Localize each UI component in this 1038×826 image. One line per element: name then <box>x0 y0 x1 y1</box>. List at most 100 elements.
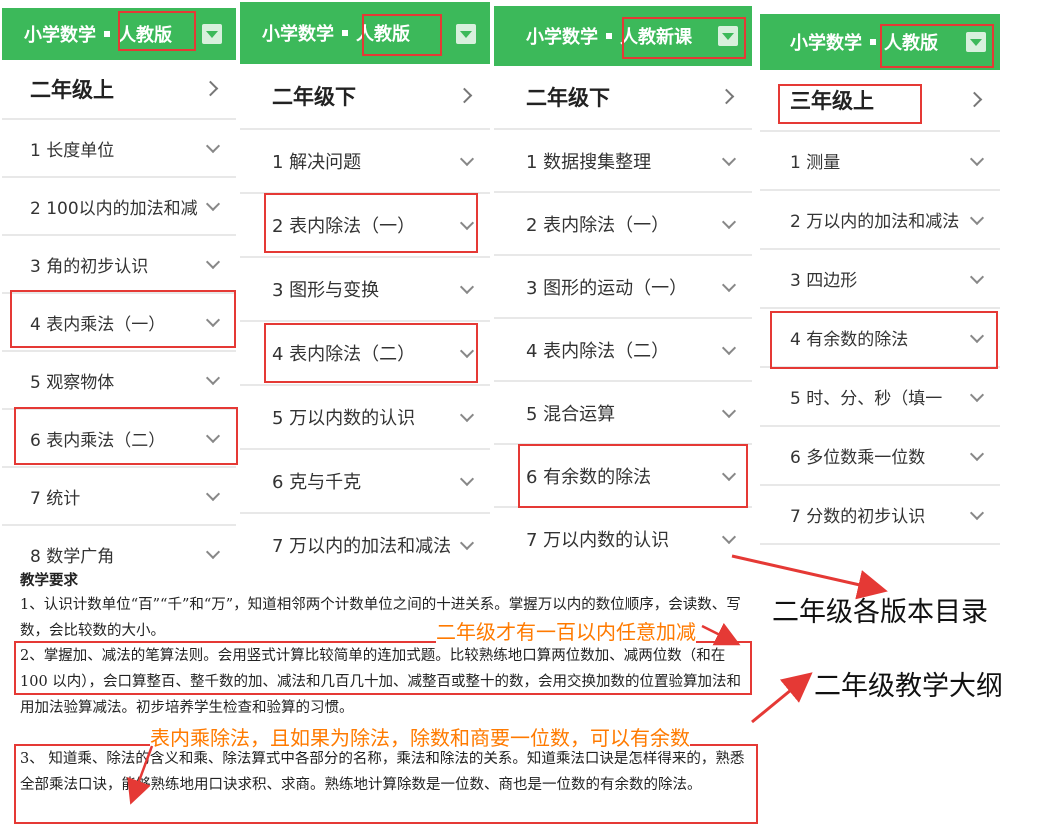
chapter-label: 3 图形的运动（一） <box>526 277 688 299</box>
catalog-panel-3: 小学数学 人教新课 二年级下 1 数据搜集整理 2 表内除法（一） 3 图形的运… <box>494 6 752 566</box>
separator-dot <box>606 33 612 39</box>
grade-selector[interactable]: 二年级上 <box>2 60 236 120</box>
grade-selector[interactable]: 二年级下 <box>240 64 490 130</box>
chapter-item[interactable]: 7 万以内数的认识 <box>494 508 752 566</box>
chapter-item[interactable]: 3 四边形 <box>760 250 1000 309</box>
syllabus-title: 教学要求 <box>20 572 78 589</box>
chapter-item[interactable]: 7 统计 <box>2 468 236 526</box>
chapter-item[interactable]: 4 表内除法（二） <box>494 319 752 382</box>
chapter-label: 1 解决问题 <box>272 152 362 173</box>
chevron-right-icon <box>966 91 983 108</box>
chevron-down-icon <box>721 340 737 355</box>
chapter-item[interactable]: 5 混合运算 <box>494 382 752 445</box>
chapter-label: 6 克与千克 <box>272 472 362 493</box>
chevron-down-icon <box>205 486 221 502</box>
chapter-item[interactable]: 5 观察物体 <box>2 352 236 410</box>
chapter-item[interactable]: 1 长度单位 <box>2 120 236 178</box>
chapter-label: 3 角的初步认识 <box>30 256 149 277</box>
chapter-label: 4 表内除法（二） <box>526 340 670 362</box>
chapter-label: 1 数据搜集整理 <box>526 151 652 173</box>
syllabus-paragraph-3: 3、 知道乘、除法的含义和乘、除法算式中各部分的名称，乘法和除法的关系。知道乘法… <box>20 751 745 793</box>
chapter-item[interactable]: 1 测量 <box>760 132 1000 191</box>
chevron-down-icon <box>969 210 985 225</box>
chevron-down-icon <box>721 403 737 418</box>
chevron-right-icon <box>718 88 735 105</box>
catalog-panel-2: 小学数学 人教版 二年级下 1 解决问题 2 表内除法（一） 3 图形与变换 4… <box>240 2 490 566</box>
chapter-item[interactable]: 1 解决问题 <box>240 130 490 194</box>
dropdown-toggle-icon[interactable] <box>456 24 476 44</box>
chevron-down-icon <box>969 446 985 461</box>
chevron-down-icon <box>721 529 737 544</box>
chapter-item[interactable]: 4 有余数的除法 <box>760 309 1000 368</box>
chapter-item[interactable]: 2 表内除法（一） <box>240 194 490 258</box>
chevron-down-icon <box>205 312 221 328</box>
arrow-to-syllabus <box>751 672 813 724</box>
chapter-item[interactable]: 4 表内乘法（一） <box>2 294 236 352</box>
chapter-label: 4 有余数的除法 <box>790 330 909 350</box>
chapter-item[interactable]: 5 时、分、秒（填一 <box>760 368 1000 427</box>
chapter-label: 6 有余数的除法 <box>526 466 652 488</box>
chapter-item[interactable]: 3 图形的运动（一） <box>494 256 752 319</box>
chapter-label: 1 测量 <box>790 153 841 173</box>
syllabus-paragraph-2: 2、掌握加、减法的笔算法则。会用竖式计算比较简单的连加式题。比较熟练地口算两位数… <box>20 648 742 716</box>
chapter-item[interactable]: 2 100以内的加法和减 <box>2 178 236 236</box>
panel-header: 小学数学 人教版 <box>760 14 1000 70</box>
catalog-panel-4: 小学数学 人教版 三年级上 1 测量 2 万以内的加法和减法 3 四边形 4 有… <box>760 14 1000 548</box>
edition-label: 人教新课 <box>620 27 692 48</box>
panel-header: 小学数学 人教版 <box>240 2 490 64</box>
chevron-down-icon <box>969 328 985 343</box>
chapter-label: 2 万以内的加法和减法 <box>790 212 960 232</box>
chevron-down-icon <box>459 279 475 295</box>
chapter-label: 4 表内乘法（一） <box>30 314 166 335</box>
chapter-item[interactable]: 4 表内除法（二） <box>240 322 490 386</box>
chapter-item[interactable]: 5 万以内数的认识 <box>240 386 490 450</box>
chapter-label: 4 表内除法（二） <box>272 344 416 365</box>
chevron-down-icon <box>721 277 737 292</box>
chapter-item[interactable]: 3 图形与变换 <box>240 258 490 322</box>
chapter-label: 5 混合运算 <box>526 403 616 425</box>
subject-label: 小学数学 <box>790 33 862 54</box>
grade-label: 二年级下 <box>526 86 610 110</box>
separator-dot <box>104 31 110 37</box>
chapter-label: 2 表内除法（一） <box>272 216 416 237</box>
dropdown-toggle-icon[interactable] <box>966 32 986 52</box>
chevron-down-icon <box>205 428 221 444</box>
dropdown-toggle-icon[interactable] <box>202 24 222 44</box>
grade-selector[interactable]: 二年级下 <box>494 66 752 130</box>
chapter-label: 2 表内除法（一） <box>526 214 670 236</box>
chapter-item[interactable]: 2 万以内的加法和减法 <box>760 191 1000 250</box>
chevron-down-icon <box>459 343 475 359</box>
panel-header: 小学数学 人教新课 <box>494 6 752 66</box>
chevron-down-icon <box>205 370 221 386</box>
chapter-label: 7 统计 <box>30 488 81 509</box>
chapter-item[interactable]: 8 数学广角 <box>2 526 236 566</box>
chevron-down-icon <box>721 214 737 229</box>
chevron-down-icon <box>969 151 985 166</box>
chevron-down-icon <box>459 151 475 167</box>
chapter-label: 8 数学广角 <box>30 546 115 567</box>
subject-label: 小学数学 <box>262 24 334 45</box>
chapter-item[interactable]: 3 角的初步认识 <box>2 236 236 294</box>
arrow-to-catalog <box>731 554 888 600</box>
chapter-label: 3 图形与变换 <box>272 280 380 301</box>
annotation-note-2: 表内乘除法，且如果为除法，除数和商要一位数，可以有余数 <box>150 722 690 751</box>
chevron-down-icon <box>205 544 221 560</box>
chapter-item[interactable]: 6 有余数的除法 <box>494 445 752 508</box>
chapter-item[interactable]: 7 分数的初步认识 <box>760 486 1000 545</box>
chapter-item[interactable]: 6 多位数乘一位数 <box>760 427 1000 486</box>
chevron-down-icon <box>459 471 475 487</box>
panel-header: 小学数学 人教版 <box>2 8 236 60</box>
chapter-item[interactable]: 1 数据搜集整理 <box>494 130 752 193</box>
annotation-label-catalog: 二年级各版本目录 <box>772 597 988 628</box>
chapter-item[interactable]: 6 克与千克 <box>240 450 490 514</box>
chevron-down-icon <box>721 466 737 481</box>
chevron-down-icon <box>205 138 221 154</box>
grade-selector[interactable]: 三年级上 <box>760 70 1000 132</box>
chevron-down-icon <box>205 254 221 270</box>
dropdown-toggle-icon[interactable] <box>718 26 738 46</box>
chapter-label: 5 万以内数的认识 <box>272 408 416 429</box>
edition-label: 人教版 <box>356 24 410 45</box>
chapter-item[interactable]: 7 万以内的加法和减法 <box>240 514 490 566</box>
chapter-item[interactable]: 6 表内乘法（二） <box>2 410 236 468</box>
chapter-item[interactable]: 2 表内除法（一） <box>494 193 752 256</box>
